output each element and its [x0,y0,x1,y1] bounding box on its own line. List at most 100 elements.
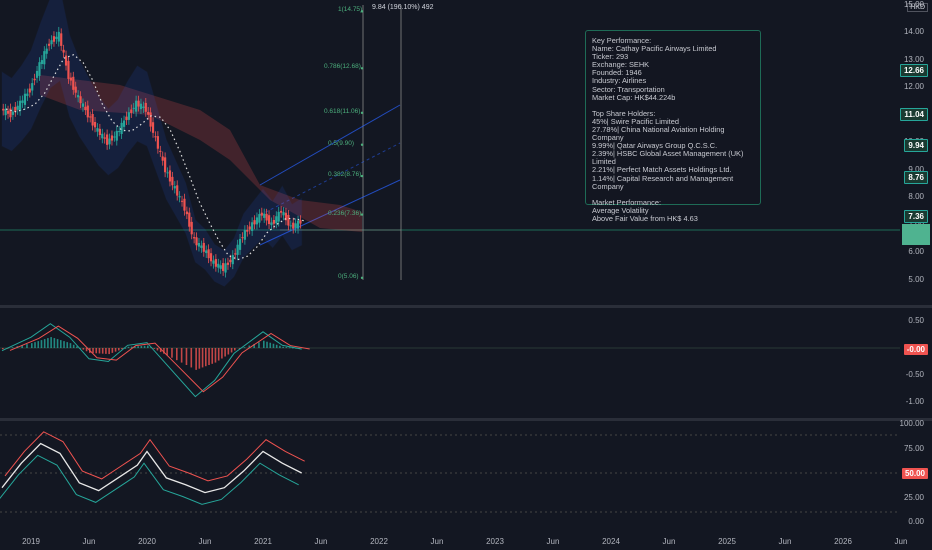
macd-histogram-bar [105,348,107,354]
candle-body [67,60,70,79]
candle-body [144,102,147,112]
pane-separator[interactable] [0,418,932,421]
fib-level-label: 0.236(7.36) [328,209,362,217]
macd-histogram-bar [137,346,139,348]
rsi-tick-label: 100.00 [899,419,924,428]
candle-body [190,221,193,235]
candle-body [246,229,249,232]
macd-histogram-bar [190,348,193,368]
candle-body [40,60,43,65]
candle-body [296,220,300,229]
candle-body [234,253,237,255]
macd-histogram-bar [72,344,75,348]
macd-histogram-bar [227,348,230,355]
macd-histogram-bar [47,338,49,348]
candle-body [193,237,196,239]
candle-body [125,116,128,121]
candle-body [28,88,31,93]
candle-body [231,255,234,265]
fib-level-label: 0.786(12.68) [324,63,361,71]
candle-body [149,112,152,127]
candle-body [115,130,118,141]
macd-histogram-bar [272,343,275,348]
macd-histogram-bar [143,345,146,348]
price-chart[interactable] [0,0,932,550]
candle-body [253,220,256,225]
candle-body [55,36,58,39]
macd-histogram-bar [176,348,178,361]
macd-histogram-bar [185,348,188,366]
fib-level-label: 0.5(9.90) [328,139,355,147]
time-tick-label: 2025 [718,537,736,546]
info-line: Market Cap: HK$44.224b [592,92,676,102]
candle-body [154,136,157,138]
macd-histogram-bar [211,348,214,364]
macd-histogram-bar [214,348,217,363]
rsi-tick-label: 0.00 [908,517,924,526]
candle-body [164,157,167,173]
macd-histogram-bar [95,348,98,354]
candle-body [207,249,210,259]
candle-body [74,86,77,93]
macd-histogram-bar [285,347,288,348]
candle-body [31,83,34,91]
macd-histogram-bar [180,348,183,363]
price-tag: 12.66 [899,63,928,77]
info-line: 2.39%| HSBC Global Asset Management (UK)… [592,149,744,167]
candle-body [195,237,198,246]
rsi-tick-label: 25.00 [903,492,924,502]
price-tick-label: 14.00 [903,27,924,36]
candle-body [251,222,254,231]
macd-histogram-bar [147,345,149,348]
candle-body [113,136,116,138]
price-tick-label: 5.00 [908,274,924,284]
candle-body [43,51,46,65]
macd-histogram-bar [98,348,101,354]
price-tag: 9.94 [904,138,928,152]
macd-histogram-bar [101,348,104,354]
macd-histogram-bar [37,341,40,348]
candle-body [229,259,232,263]
macd-histogram-bar [243,347,246,348]
candle-body [33,78,36,81]
macd-histogram-bar [275,344,278,348]
macd-histogram-bar [198,348,201,369]
macd-histogram-bar [201,348,204,368]
candle-body [38,62,41,76]
info-market-performance: Market Performance: Average Volatility Abo… [592,198,754,223]
macd-histogram-bar [53,338,56,348]
price-tick-label: 13.00 [903,54,924,64]
candle-body [127,112,130,120]
candle-body [267,215,271,225]
candle-body [224,263,227,273]
current-price-block [902,224,930,245]
rsi-tag: 50.00 [901,468,928,479]
macd-tick-label: -1.00 [905,397,924,406]
candle-body [299,220,302,224]
time-tick-label: Jun [198,537,212,546]
candle-body [4,108,7,116]
candle-body [26,93,29,96]
rsi-band-line [0,454,299,505]
candle-body [84,106,87,111]
macd-histogram-bar [69,343,72,348]
candle-body [23,93,27,105]
macd-histogram-bar [224,348,226,357]
candle-body [280,210,283,213]
candle-body [255,217,259,225]
candle-body [263,213,266,218]
candle-body [241,237,244,239]
candle-body [159,150,162,152]
macd-histogram-bar [43,339,46,348]
macd-histogram-bar [114,348,117,352]
pane-separator[interactable] [0,305,932,308]
candle-body [19,100,22,111]
candle-body [178,196,181,198]
candle-body [101,133,104,139]
info-line: Above Fair Value from HK$ 4.63 [592,213,698,223]
candle-body [214,259,217,267]
candle-body [137,100,140,107]
macd-histogram-bar [56,339,59,348]
chart-root[interactable]: HKD 15.0014.0013.0012.0011.0010.009.008.… [0,0,932,550]
macd-histogram-bar [50,337,52,348]
